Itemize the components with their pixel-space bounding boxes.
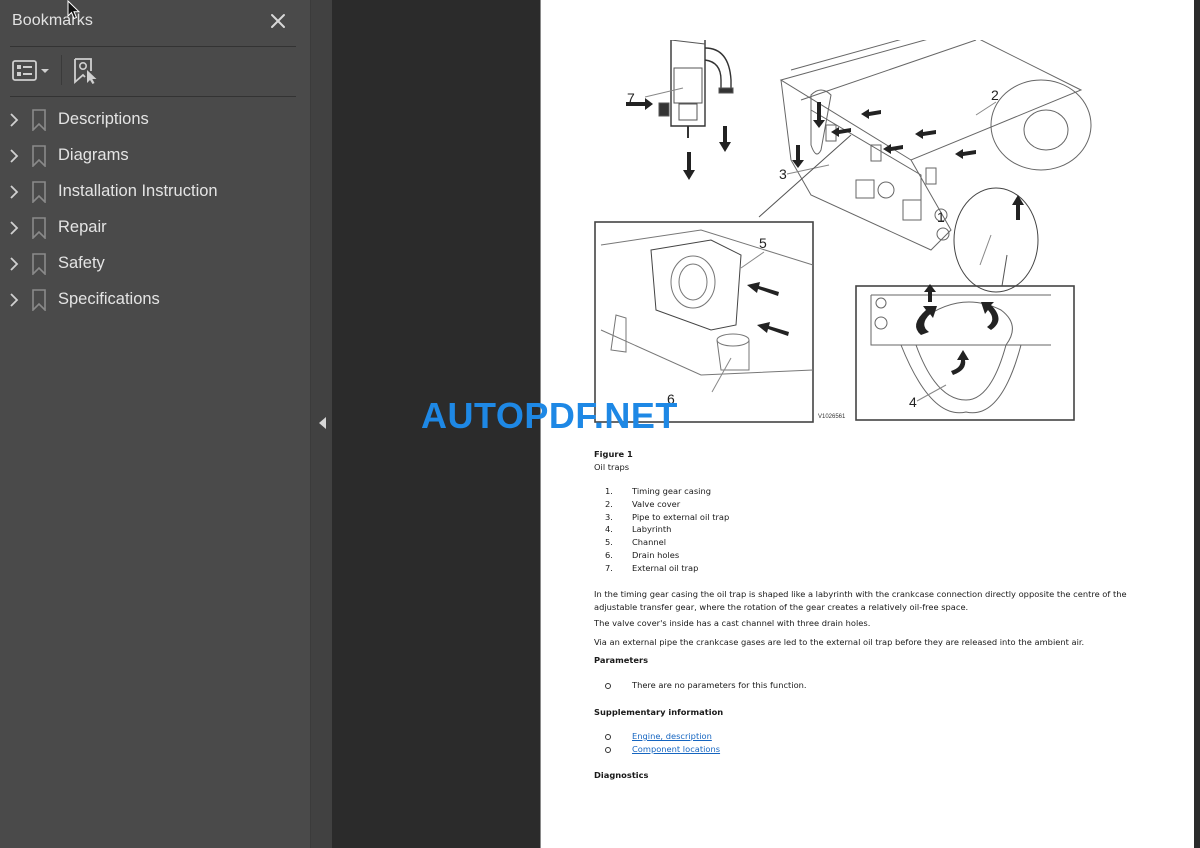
external-oil-trap-drawing [658,40,734,138]
bookmark-list: Descriptions Diagrams Installation Instr… [0,102,310,318]
heading-parameters: Parameters [594,655,649,665]
callout-1: 1 [937,209,945,225]
chevron-right-icon[interactable] [8,256,20,272]
chevron-right-icon[interactable] [8,148,20,164]
heading-diagnostics: Diagnostics [594,770,649,780]
chevron-right-icon[interactable] [8,220,20,236]
legend-text: Timing gear casing [632,486,711,496]
heading-supplementary: Supplementary information [594,707,724,717]
bookmark-icon [32,181,46,203]
bookmark-icon [32,217,46,239]
legend-number: 1. [605,486,613,496]
bookmark-label: Installation Instruction [58,182,218,200]
bookmarks-toolbar [0,47,310,97]
callout-4: 4 [909,394,917,410]
link-component-locations[interactable]: Component locations [632,744,720,754]
bullet-icon [605,683,611,689]
bookmark-label: Specifications [58,290,160,308]
list-options-icon[interactable] [12,59,52,83]
callout-3: 3 [779,166,787,182]
engine-drawing [779,40,1092,293]
bullet-icon [605,734,611,740]
paragraph-external-pipe: Via an external pipe the crankcase gases… [594,637,1085,647]
bookmark-icon [32,145,46,167]
figure-caption: Figure 1 [594,449,633,459]
triangle-left-icon[interactable] [318,416,327,430]
chevron-right-icon[interactable] [8,112,20,128]
bookmark-specifications[interactable]: Specifications [0,282,300,318]
bookmark-label: Diagrams [58,146,129,164]
legend-text: External oil trap [632,562,699,573]
bullet-icon [605,747,611,753]
bookmark-repair[interactable]: Repair [0,210,300,246]
figure-subtitle: Oil traps [594,462,630,472]
chevron-right-icon[interactable] [8,184,20,200]
callout-5: 5 [759,235,767,251]
link-engine-description[interactable]: Engine, description [632,731,712,741]
legend-number: 6. [605,549,613,560]
callout-2: 2 [991,87,999,103]
bookmark-label: Repair [58,218,107,236]
divider [10,96,296,97]
toolbar-separator [61,55,62,85]
paragraph-valve-cover: The valve cover's inside has a cast chan… [594,618,871,628]
watermark-text: AUTOPDF.NET [421,395,678,436]
bookmark-installation-instruction[interactable]: Installation Instruction [0,174,300,210]
oil-traps-figure: 1 2 3 4 5 6 7 V1026561 [594,40,1092,423]
panel-collapse-toggle[interactable] [310,0,332,848]
bookmarks-header: Bookmarks [0,0,310,46]
chevron-right-icon[interactable] [8,292,20,308]
callout-7: 7 [627,90,635,106]
legend-text: Pipe to external oil trap [632,511,730,522]
bookmark-icon [32,289,46,311]
legend-text: Drain holes [632,549,680,560]
bookmark-icon [32,109,46,131]
close-icon[interactable] [268,11,288,31]
legend-text: Labyrinth [632,524,672,535]
bookmark-label: Descriptions [58,110,149,128]
bookmark-label: Safety [58,254,105,272]
bookmark-diagrams[interactable]: Diagrams [0,138,300,174]
figure-image-id: V1026561 [818,414,846,420]
legend-text: Channel [632,537,667,548]
mouse-cursor-icon [67,0,81,20]
legend-number: 4. [605,524,613,535]
bookmark-safety[interactable]: Safety [0,246,300,282]
legend-number: 3. [605,511,613,522]
bookmarks-panel: Bookmarks Descriptions Diagrams Installa… [0,0,310,848]
legend-text: Valve cover [632,498,681,509]
legend-number: 5. [605,537,613,548]
bookmark-icon [32,253,46,275]
bookmark-descriptions[interactable]: Descriptions [0,102,300,138]
find-current-bookmark-icon[interactable] [72,57,98,85]
legend-number: 2. [605,498,613,509]
legend-number: 7. [605,562,613,573]
parameters-text: There are no parameters for this functio… [632,680,807,690]
paragraph-timing-gear: In the timing gear casing the oil trap i… [594,589,1127,612]
